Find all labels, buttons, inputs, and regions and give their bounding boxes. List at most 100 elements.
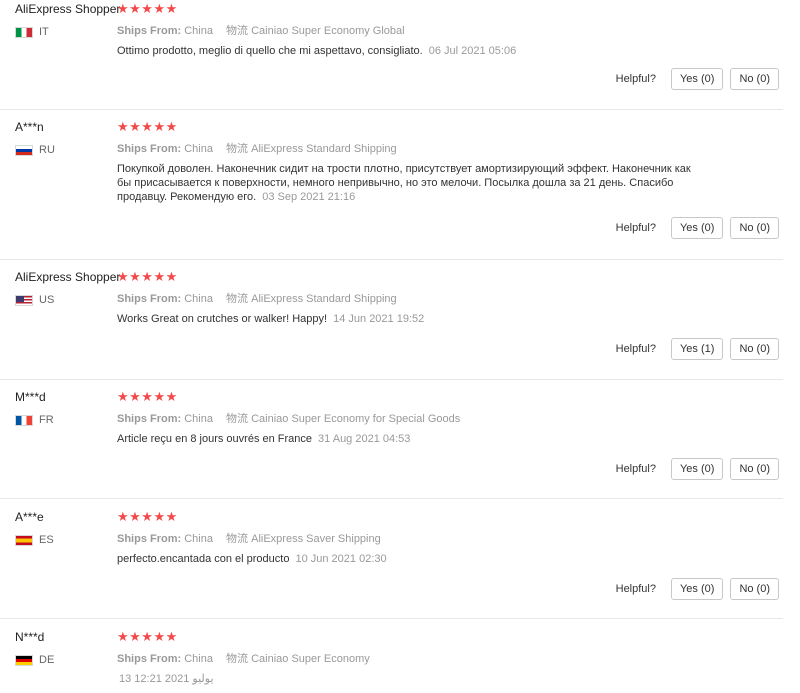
reviewer-info: A***e ES [15, 510, 115, 546]
star-rating: ★★★★★ [117, 509, 178, 524]
helpful-controls: Helpful? Yes (0) No (0) [616, 578, 779, 600]
helpful-controls: Helpful? Yes (1) No (0) [616, 338, 779, 360]
review-body: Works Great on crutches or walker! Happy… [117, 313, 328, 325]
logistics-label: 物流 [226, 143, 249, 155]
review-meta: Ships From: China 物流 AliExpress Standard… [117, 290, 717, 306]
france-flag-icon [15, 414, 33, 426]
review-item: A***e ES ★★★★★ Ships From: China 物流 AliE… [0, 508, 783, 619]
logistics-value: Cainiao Super Economy [251, 653, 370, 665]
reviewer-info: A***n RU [15, 120, 115, 156]
reviewer-name: AliExpress Shopper [15, 2, 121, 16]
review-content: ★★★★★ Ships From: China 物流 AliExpress St… [117, 120, 717, 204]
review-item: AliExpress Shopper US ★★★★★ Ships From: … [0, 268, 783, 380]
logistics-label: 物流 [226, 533, 249, 545]
review-date: 14 Jun 2021 19:52 [333, 313, 425, 325]
review-meta: Ships From: China 物流 AliExpress Standard… [117, 140, 717, 156]
reviewer-country: IT [15, 26, 115, 38]
ships-from-value: China [184, 143, 213, 155]
star-rating: ★★★★★ [117, 629, 178, 644]
helpful-no-button[interactable]: No (0) [730, 338, 779, 360]
review-text: Works Great on crutches or walker! Happy… [117, 312, 707, 326]
review-item: AliExpress Shopper IT ★★★★★ Ships From: … [0, 0, 783, 110]
star-rating: ★★★★★ [117, 1, 178, 16]
reviewer-country: ES [15, 534, 115, 546]
star-rating: ★★★★★ [117, 119, 178, 134]
reviewer-info: N***d DE [15, 630, 115, 666]
reviewer-name: N***d [15, 630, 45, 644]
country-code: US [39, 294, 55, 306]
review-text: Article reçu en 8 jours ouvrés en France… [117, 432, 707, 446]
helpful-controls: Helpful? Yes (0) No (0) [616, 458, 779, 480]
country-code: RU [39, 144, 55, 156]
ships-from-label: Ships From: [117, 293, 182, 305]
review-meta: Ships From: China 物流 Cainiao Super Econo… [117, 650, 717, 666]
helpful-yes-button[interactable]: Yes (0) [670, 458, 724, 480]
helpful-label: Helpful? [615, 463, 656, 475]
italy-flag-icon [15, 26, 33, 38]
spain-flag-icon [15, 534, 33, 546]
review-date: 10 Jun 2021 02:30 [295, 553, 387, 565]
logistics-value: Cainiao Super Economy for Special Goods [251, 413, 461, 425]
helpful-yes-button[interactable]: Yes (1) [670, 338, 724, 360]
ships-from-label: Ships From: [117, 533, 182, 545]
reviewer-country: US [15, 294, 115, 306]
helpful-no-button[interactable]: No (0) [730, 68, 779, 90]
helpful-label: Helpful? [615, 343, 656, 355]
review-body: Покупкой доволен. Наконечник сидит на тр… [117, 163, 691, 203]
ships-from-value: China [184, 653, 213, 665]
reviewer-info: M***d FR [15, 390, 115, 426]
reviewer-country: RU [15, 144, 115, 156]
country-code: ES [39, 534, 54, 546]
germany-flag-icon [15, 654, 33, 666]
reviewer-name: M***d [15, 390, 46, 404]
review-text: perfecto.encantada con el producto 10 Jun… [117, 552, 707, 566]
ships-from-label: Ships From: [117, 413, 182, 425]
logistics-value: AliExpress Standard Shipping [251, 143, 397, 155]
helpful-label: Helpful? [615, 222, 656, 234]
review-body: Ottimo prodotto, meglio di quello che mi… [117, 45, 423, 57]
helpful-label: Helpful? [615, 583, 656, 595]
reviewer-info: AliExpress Shopper IT [15, 2, 121, 38]
review-meta: Ships From: China 物流 Cainiao Super Econo… [117, 410, 717, 426]
review-date: 06 Jul 2021 05:06 [428, 45, 517, 57]
reviewer-name: AliExpress Shopper [15, 270, 121, 284]
helpful-yes-button[interactable]: Yes (0) [670, 578, 724, 600]
helpful-yes-button[interactable]: Yes (0) [670, 217, 724, 239]
reviewer-name: A***n [15, 120, 44, 134]
review-text: 13 يوليو 2021 12:21 [117, 672, 707, 686]
logistics-label: 物流 [226, 413, 249, 425]
reviewer-info: AliExpress Shopper US [15, 270, 121, 306]
review-content: ★★★★★ Ships From: China 物流 Cainiao Super… [117, 630, 717, 686]
review-date: 31 Aug 2021 04:53 [318, 433, 411, 445]
review-content: ★★★★★ Ships From: China 物流 Cainiao Super… [117, 2, 717, 58]
review-item: A***n RU ★★★★★ Ships From: China 物流 AliE… [0, 118, 783, 260]
review-date: 03 Sep 2021 21:16 [262, 191, 356, 203]
ships-from-value: China [184, 25, 213, 37]
helpful-no-button[interactable]: No (0) [730, 217, 779, 239]
review-meta: Ships From: China 物流 AliExpress Saver Sh… [117, 530, 717, 546]
review-text: Покупкой доволен. Наконечник сидит на тр… [117, 162, 707, 204]
review-body: perfecto.encantada con el producto [117, 553, 290, 565]
helpful-controls: Helpful? Yes (0) No (0) [616, 217, 779, 239]
logistics-value: Cainiao Super Economy Global [251, 25, 405, 37]
country-code: IT [39, 26, 49, 38]
logistics-value: AliExpress Standard Shipping [251, 293, 397, 305]
logistics-label: 物流 [226, 653, 249, 665]
helpful-no-button[interactable]: No (0) [730, 458, 779, 480]
russia-flag-icon [15, 144, 33, 156]
reviews-list: AliExpress Shopper IT ★★★★★ Ships From: … [0, 0, 800, 693]
helpful-label: Helpful? [615, 73, 656, 85]
reviewer-name: A***e [15, 510, 44, 524]
reviewer-country: FR [15, 414, 115, 426]
country-code: DE [39, 654, 55, 666]
ships-from-value: China [184, 533, 213, 545]
review-body: Article reçu en 8 jours ouvrés en France [117, 433, 313, 445]
review-text: Ottimo prodotto, meglio di quello che mi… [117, 44, 707, 58]
helpful-no-button[interactable]: No (0) [730, 578, 779, 600]
helpful-yes-button[interactable]: Yes (0) [670, 68, 724, 90]
review-item: M***d FR ★★★★★ Ships From: China 物流 Cain… [0, 388, 783, 499]
reviewer-country: DE [15, 654, 115, 666]
helpful-controls: Helpful? Yes (0) No (0) [616, 68, 779, 90]
logistics-label: 物流 [226, 293, 249, 305]
review-content: ★★★★★ Ships From: China 物流 Cainiao Super… [117, 390, 717, 446]
